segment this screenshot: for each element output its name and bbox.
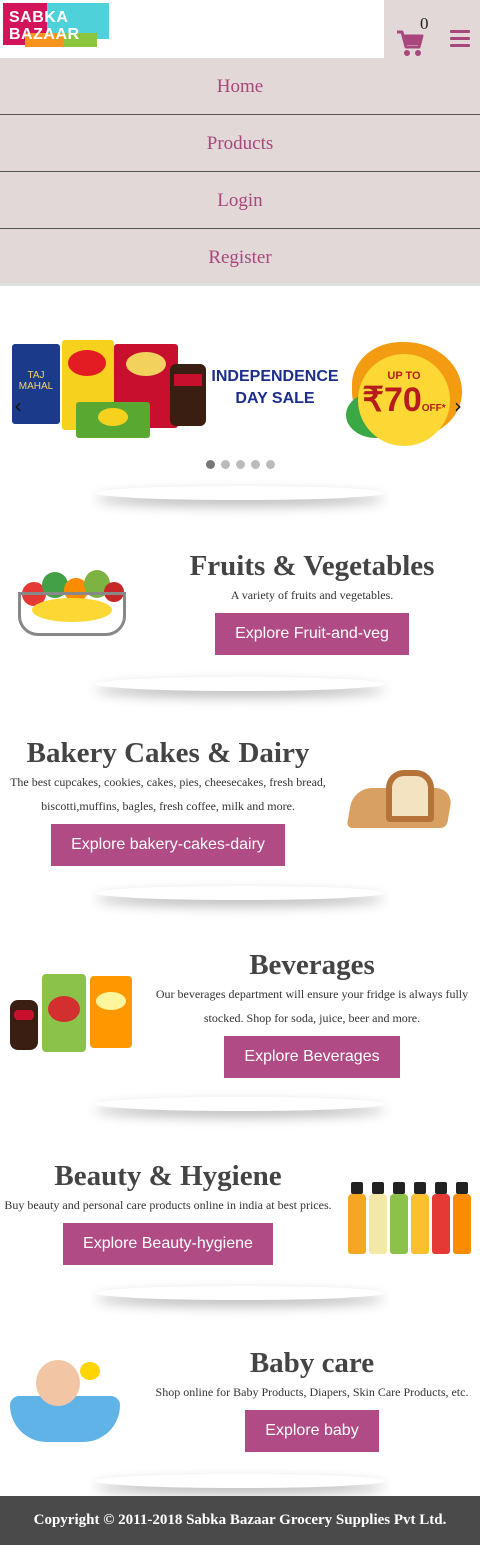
explore-fruit-and-veg-button[interactable]: Explore Fruit-and-veg	[215, 613, 409, 655]
logo-line-2: BAZAAR	[9, 26, 80, 43]
section-divider	[95, 486, 385, 500]
taj-mahal-label: TAJ MAHAL	[18, 370, 54, 392]
bread-loaf-image	[340, 762, 470, 836]
banner-headline-line-2: DAY SALE	[235, 390, 315, 407]
category-description: Shop online for Baby Products, Diapers, …	[155, 1385, 469, 1399]
fruits-basket-image	[12, 562, 132, 642]
carousel-dot-3[interactable]	[235, 460, 245, 469]
category-description: A variety of fruits and vegetables.	[230, 588, 394, 602]
logo-line-1: SABKA	[9, 9, 69, 26]
nav-item-products[interactable]: Products	[0, 115, 480, 172]
category-title: Baby care	[249, 1347, 375, 1379]
section-divider	[95, 677, 385, 691]
category-beauty-hygiene: Beauty & Hygiene Buy beauty and personal…	[0, 1160, 336, 1265]
footer-copyright: Copyright © 2011-2018 Sabka Bazaar Groce…	[0, 1496, 480, 1545]
explore-baby-button[interactable]: Explore baby	[245, 1410, 379, 1452]
section-divider	[95, 1474, 385, 1488]
category-title: Beverages	[249, 949, 375, 981]
carousel-dot-4[interactable]	[250, 460, 260, 469]
nav-item-login[interactable]: Login	[0, 172, 480, 229]
category-beverages: Beverages Our beverages department will …	[144, 949, 480, 1078]
coffee-jar-product-image	[170, 364, 206, 426]
carousel-dots	[0, 456, 480, 474]
sabka-bazaar-logo[interactable]: SABKA BAZAAR	[3, 3, 109, 51]
category-description: Buy beauty and personal care products on…	[4, 1198, 332, 1212]
section-divider	[95, 1286, 385, 1300]
carousel-next-arrow-icon[interactable]: ›	[454, 394, 462, 418]
cart-count: 0	[420, 14, 429, 33]
category-bakery-cakes-dairy: Bakery Cakes & Dairy The best cupcakes, …	[0, 737, 336, 866]
offer-badge: UP TO ₹70OFF*	[346, 332, 470, 446]
banner-headline: INDEPENDENCE DAY SALE	[208, 366, 342, 410]
lipton-green-tea-product-image	[76, 402, 150, 438]
category-title: Beauty & Hygiene	[54, 1160, 282, 1192]
category-baby-care: Baby care Shop online for Baby Products,…	[144, 1347, 480, 1452]
explore-beauty-hygiene-button[interactable]: Explore Beauty-hygiene	[63, 1223, 273, 1265]
category-description: The best cupcakes, cookies, cakes, pies,…	[10, 775, 326, 813]
beverages-products-image	[8, 972, 136, 1054]
section-divider	[95, 886, 385, 900]
nav-item-register[interactable]: Register	[0, 229, 480, 286]
offer-banner-carousel[interactable]: TAJ MAHAL INDEPENDENCE DAY SALE UP TO ₹7…	[0, 330, 480, 450]
carousel-dot-1[interactable]	[205, 460, 215, 469]
carousel-dot-5[interactable]	[265, 460, 275, 469]
carousel-dot-2[interactable]	[220, 460, 230, 469]
mobile-nav-menu: Home Products Login Register	[0, 58, 480, 286]
explore-bakery-cakes-dairy-button[interactable]: Explore bakery-cakes-dairy	[51, 824, 285, 866]
category-title: Bakery Cakes & Dairy	[26, 737, 310, 769]
explore-beverages-button[interactable]: Explore Beverages	[224, 1036, 400, 1078]
category-title: Fruits & Vegetables	[189, 550, 435, 582]
nav-item-home[interactable]: Home	[0, 58, 480, 115]
banner-headline-line-1: INDEPENDENCE	[211, 368, 339, 385]
category-fruits-vegetables: Fruits & Vegetables A variety of fruits …	[144, 550, 480, 655]
baby-care-image	[0, 1356, 140, 1446]
carousel-prev-arrow-icon[interactable]: ‹	[14, 394, 22, 418]
section-divider	[95, 1097, 385, 1111]
offer-value: ₹70OFF*	[362, 381, 446, 419]
category-description: Our beverages department will ensure you…	[155, 987, 469, 1025]
beauty-bottles-image	[344, 1180, 474, 1256]
hamburger-menu-icon[interactable]	[450, 30, 470, 48]
